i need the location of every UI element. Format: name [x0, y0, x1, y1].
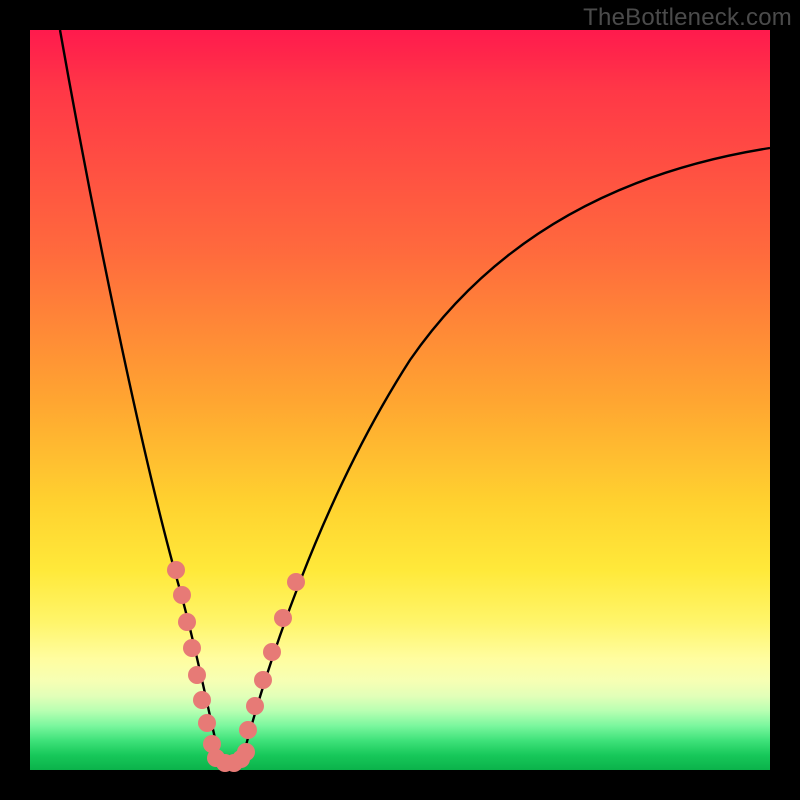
- curve-left: [60, 30, 222, 768]
- markers-right: [239, 573, 305, 739]
- chart-plot-area: [30, 30, 770, 770]
- chart-svg: [30, 30, 770, 770]
- curve-right: [240, 148, 770, 768]
- markers-left: [167, 561, 221, 753]
- watermark-text: TheBottleneck.com: [583, 4, 792, 32]
- chart-frame: TheBottleneck.com: [0, 0, 800, 800]
